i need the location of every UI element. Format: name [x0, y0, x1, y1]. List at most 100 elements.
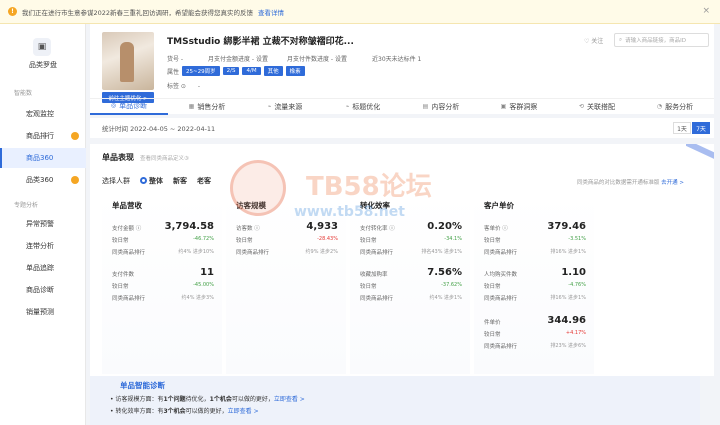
search-input[interactable]: ⌕ 请输入商品链接，商品ID — [614, 33, 709, 47]
target-icon: ◎ — [110, 102, 117, 109]
notice-link[interactable]: 查看详情 — [258, 7, 284, 17]
tab-traffic-source[interactable]: ⌁ 流量来源 — [246, 99, 324, 115]
search-placeholder: 请输入商品链接，商品ID — [625, 38, 686, 44]
monthly-count-progress[interactable]: 月支付件数进度 - 设置 — [287, 54, 347, 63]
tab-single-diagnosis[interactable]: ◎ 单品诊断 — [90, 99, 168, 115]
diagnosis-count: 1个机会 — [209, 396, 232, 403]
sidebar-item-tracking[interactable]: 单品追踪 — [0, 258, 86, 278]
upgrade-tip: 同类商品的对比数据需开通标准版 去开通 > — [577, 178, 684, 186]
sidebar-item-macro[interactable]: 宏观监控 — [0, 104, 86, 124]
close-icon[interactable]: × — [702, 6, 710, 16]
sidebar-item-ranking[interactable]: 商品排行 — [0, 126, 86, 146]
tab-label: 标题优化 — [352, 102, 381, 111]
sidebar-item-label: 销量预测 — [26, 308, 54, 316]
compare-label: 较日常 — [484, 332, 501, 338]
sidebar-item-label: 品类360 — [26, 176, 54, 184]
diagnosis-text: 待优化， — [185, 396, 210, 403]
tab-bar: ◎ 单品诊断 ▦ 销售分析 ⌁ 流量来源 ⌁ 标题优化 ▤ 内容分析 ▣ 客群洞察 ⟲ 关联搭… — [90, 98, 714, 115]
rank-label: 同类商品排行 — [484, 296, 518, 302]
metric-rank-row: 同类商品排行 排16% 进步1% — [484, 294, 590, 302]
diagnosis-text: 可以做的更好， — [231, 396, 274, 403]
tab-sales-analysis[interactable]: ▦ 销售分析 — [168, 99, 246, 115]
compare-label: 较日常 — [360, 284, 377, 290]
rank-label: 同类商品排行 — [112, 296, 146, 302]
upgrade-tip-text: 同类商品的对比数据需开通标准版 — [576, 180, 660, 186]
view-now-link[interactable]: 立即查看 > — [274, 396, 305, 403]
metric-value: 4,933 — [306, 221, 338, 232]
tag-value: - — [197, 83, 201, 90]
trend-icon: ⌁ — [267, 103, 272, 110]
crowd-label: 选择人群 — [102, 177, 130, 185]
crowd-option-all[interactable]: 整体 — [140, 176, 163, 186]
rank-label: 同类商品排行 — [484, 250, 518, 256]
tag-label: 标签 ⊙ — [167, 83, 186, 90]
favorite-button[interactable]: ♡ 关注 — [584, 36, 603, 45]
compare-label: 较日常 — [236, 238, 253, 244]
sidebar-title: 品类罗盘 — [29, 61, 57, 69]
upgrade-link[interactable]: 去开通 > — [661, 180, 684, 186]
crowd-selector: 选择人群 整体 新客 老客 — [102, 176, 211, 186]
metric-change: -46.72% — [193, 236, 214, 242]
crowd-option-old[interactable]: 老客 — [197, 176, 211, 186]
tab-customer-insight[interactable]: ▣ 客群洞察 — [480, 99, 558, 115]
metric-value: 11 — [200, 267, 214, 278]
metric-change: -4.76% — [568, 282, 586, 288]
view-now-link[interactable]: 立即查看 > — [228, 408, 259, 415]
sidebar-item-category360[interactable]: 品类360 — [0, 170, 86, 190]
metric-row: 客单价 ⓘ 379.46 — [484, 221, 590, 232]
performance-panel: 单品表现 查看同类商品定义③ 选择人群 整体 新客 老客 同类商品的对比数据需开… — [90, 144, 714, 376]
tab-label: 服务分析 — [665, 102, 694, 111]
product-title: TMSstudio 綁影半裙 立裁不对称皱褶印花... — [167, 37, 354, 47]
compare-label: 较日常 — [484, 284, 501, 290]
metric-label: 件单价 — [484, 320, 501, 326]
metric-change: -34.1% — [444, 236, 462, 242]
metric-rank-row: 同类商品排行 排名43% 进步1% — [360, 248, 466, 256]
metric-label: 支付金额 ⓘ — [112, 226, 142, 232]
product-thumbnail[interactable] — [102, 32, 154, 90]
sidebar-item-alert[interactable]: 异常预警 — [0, 214, 86, 234]
sidebar-item-label: 商品排行 — [26, 132, 54, 140]
sidebar-item-label: 单品追踪 — [26, 264, 54, 272]
tab-content-analysis[interactable]: ▤ 内容分析 — [402, 99, 480, 115]
metric-value: 344.96 — [547, 315, 586, 326]
sidebar-section-label: 智能数 — [14, 90, 33, 97]
metric-change: -3.51% — [568, 236, 586, 242]
tab-title-optimize[interactable]: ⌁ 标题优化 — [324, 99, 402, 115]
diagnosis-text: • 转化效率方面：有 — [110, 408, 164, 415]
metric-row: 收藏加购率 7.56% — [360, 267, 466, 278]
compare-label: 较日常 — [360, 238, 377, 244]
panel-subtitle[interactable]: 查看同类商品定义③ — [140, 154, 189, 162]
period-7day-button[interactable]: 7天 — [692, 122, 710, 134]
crowd-option-new[interactable]: 新客 — [173, 176, 187, 186]
product-header: 前往主题优化 > TMSstudio 綁影半裙 立裁不对称皱褶印花... ♡ 关… — [90, 24, 714, 115]
sidebar-item-forecast[interactable]: 销量预测 — [0, 302, 86, 322]
metric-rank-row: 同类商品排行 约4% 进步3% — [112, 294, 218, 302]
badge-dot — [71, 132, 79, 140]
attribute-chip: 4/M — [242, 67, 261, 75]
sidebar-item-product360[interactable]: 商品360 — [0, 148, 86, 168]
metric-compare-row: 较日常 -37.62% — [360, 282, 466, 290]
metric-change: -37.62% — [441, 282, 462, 288]
metric-compare-row: 较日常 -3.51% — [484, 236, 590, 244]
diagnosis-title: 单品智能诊断 — [120, 381, 165, 390]
compare-label: 较日常 — [112, 238, 129, 244]
metric-rank: 约4% 进步1% — [429, 295, 462, 301]
period-1day-button[interactable]: 1天 — [673, 122, 691, 134]
metric-value: 0.20% — [427, 221, 462, 232]
diagnosis-line: • 转化效率方面：有3个机会可以做的更好，立即查看 > — [110, 406, 259, 415]
sidebar: ▣ 品类罗盘 智能数 宏观监控 商品排行 商品360 品类360 专题分析 异常… — [0, 24, 86, 425]
tab-related-match[interactable]: ⟲ 关联搭配 — [558, 99, 636, 115]
monthly-amount-progress[interactable]: 月支付金额进度 - 设置 — [208, 54, 268, 63]
metric-rank-row: 同类商品排行 约9% 进步2% — [236, 248, 342, 256]
sidebar-item-diagnosis[interactable]: 商品诊断 — [0, 280, 86, 300]
sidebar-item-association[interactable]: 连带分析 — [0, 236, 86, 256]
tab-service-analysis[interactable]: ◔ 服务分析 — [636, 99, 714, 115]
attribute-chip: 25~29周岁 — [182, 66, 220, 76]
metric-card-unit-price: 客户单价 客单价 ⓘ 379.46 较日常 -3.51% 同类商品排行 排16% 进步… — [474, 194, 594, 374]
rank-label: 同类商品排行 — [236, 250, 270, 256]
info-icon: ! — [8, 7, 17, 16]
diagnosis-count: 3个机会 — [163, 408, 186, 415]
tab-label: 单品诊断 — [119, 101, 148, 110]
metric-card-title: 访客规模 — [236, 201, 266, 210]
compare-label: 较日常 — [484, 238, 501, 244]
